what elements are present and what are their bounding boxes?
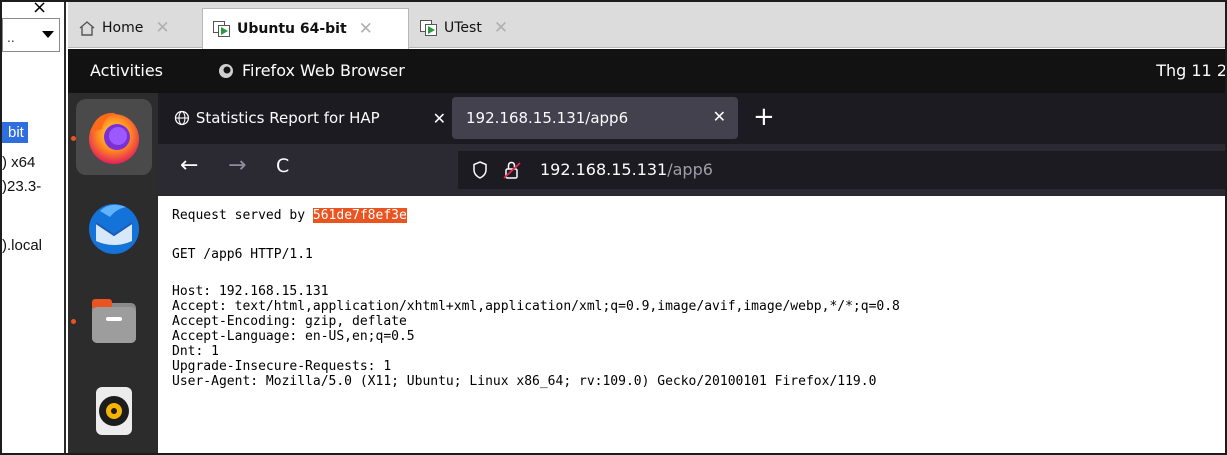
vm-tab-label: Home (102, 20, 144, 36)
gnome-top-bar: Activities Firefox Web Browser Thg 11 2 (68, 49, 1225, 93)
served-by-line: Request served by 561de7f8ef3e (172, 208, 407, 223)
vm-library-panel: × .. bit ) x64 )23.3- ).local (2, 2, 66, 453)
vm-tab-utest[interactable]: UTest ✕ (410, 8, 538, 48)
dock-files[interactable] (76, 283, 152, 359)
files-icon (92, 299, 136, 343)
library-item-version[interactable]: )23.3- (2, 178, 41, 195)
new-tab-button[interactable]: + (753, 102, 775, 132)
ubuntu-dock (68, 93, 158, 453)
header-line: Dnt: 1 (172, 344, 219, 359)
app-name: Firefox Web Browser (242, 61, 405, 80)
library-item-ubuntu[interactable]: bit (2, 122, 28, 143)
request-line: GET /app6 HTTP/1.1 (172, 247, 313, 262)
dock-thunderbird[interactable] (76, 189, 152, 265)
close-icon[interactable]: ✕ (155, 18, 169, 38)
firefox-tab-bar: Statistics Report for HAP ✕ 192.168.15.1… (158, 93, 1225, 144)
close-icon[interactable]: × (32, 2, 47, 18)
dock-rhythmbox[interactable] (76, 371, 152, 447)
screenshot-frame: × .. bit ) x64 )23.3- ).local Home ✕ Ubu… (0, 0, 1227, 455)
firefox-icon (89, 112, 139, 164)
header-line: Accept-Language: en-US,en;q=0.5 (172, 329, 415, 344)
shield-icon[interactable] (472, 161, 488, 179)
app-menu[interactable]: Firefox Web Browser (218, 61, 405, 80)
ff-tab-app6[interactable]: 192.168.15.131/app6 ✕ (452, 97, 738, 139)
close-icon[interactable]: ✕ (359, 19, 373, 39)
header-line: Host: 192.168.15.131 (172, 284, 329, 299)
header-line: Accept: text/html,application/xhtml+xml,… (172, 299, 900, 314)
url-host: 192.168.15.131 (540, 160, 668, 179)
vm-icon (420, 20, 438, 36)
served-by-label: Request served by (172, 208, 313, 223)
clock[interactable]: Thg 11 2 (1156, 61, 1225, 80)
vm-tab-home[interactable]: Home ✕ (68, 8, 201, 48)
firefox-window: Statistics Report for HAP ✕ 192.168.15.1… (158, 93, 1225, 453)
library-dropdown[interactable]: .. (2, 18, 60, 52)
thunderbird-icon (89, 204, 139, 254)
vm-tab-label: UTest (444, 20, 482, 36)
close-icon[interactable]: ✕ (494, 18, 508, 38)
header-line: User-Agent: Mozilla/5.0 (X11; Ubuntu; Li… (172, 374, 877, 389)
activities-button[interactable]: Activities (90, 61, 163, 80)
vm-icon (213, 21, 231, 37)
ff-tab-title: 192.168.15.131/app6 (466, 109, 629, 127)
page-content: Request served by 561de7f8ef3e GET /app6… (158, 196, 1225, 453)
forward-button[interactable]: → (228, 153, 246, 178)
home-icon (79, 21, 95, 36)
firefox-nav-bar: ← → C 192.168.15.131/app6 (158, 144, 1225, 196)
close-icon[interactable]: ✕ (713, 107, 726, 126)
library-item-local[interactable]: ).local (2, 237, 42, 254)
dropdown-value: .. (7, 31, 15, 45)
ff-tab-title: Statistics Report for HAP (195, 109, 380, 127)
header-line: Accept-Encoding: gzip, deflate (172, 314, 407, 329)
chevron-down-icon[interactable] (42, 31, 54, 38)
url-bar[interactable]: 192.168.15.131/app6 (458, 151, 1225, 189)
rhythmbox-icon (96, 387, 132, 435)
vm-tab-label: Ubuntu 64-bit (237, 21, 347, 37)
url-text: 192.168.15.131/app6 (540, 160, 713, 179)
dock-firefox[interactable] (76, 99, 152, 175)
reload-button[interactable]: C (276, 155, 289, 177)
header-line: Upgrade-Insecure-Requests: 1 (172, 359, 392, 374)
vm-tab-strip: Home ✕ Ubuntu 64-bit ✕ UTest ✕ (68, 2, 1225, 49)
container-id: 561de7f8ef3e (312, 208, 407, 223)
close-icon[interactable]: ✕ (433, 109, 446, 128)
ff-tab-stats[interactable]: Statistics Report for HAP ✕ (166, 97, 446, 139)
library-item-x64[interactable]: ) x64 (2, 154, 35, 171)
back-button[interactable]: ← (180, 153, 198, 178)
firefox-icon (219, 63, 233, 78)
url-path: /app6 (667, 160, 713, 179)
vm-tab-ubuntu[interactable]: Ubuntu 64-bit ✕ (202, 8, 409, 49)
insecure-lock-icon[interactable] (502, 160, 522, 180)
globe-icon (174, 110, 190, 126)
